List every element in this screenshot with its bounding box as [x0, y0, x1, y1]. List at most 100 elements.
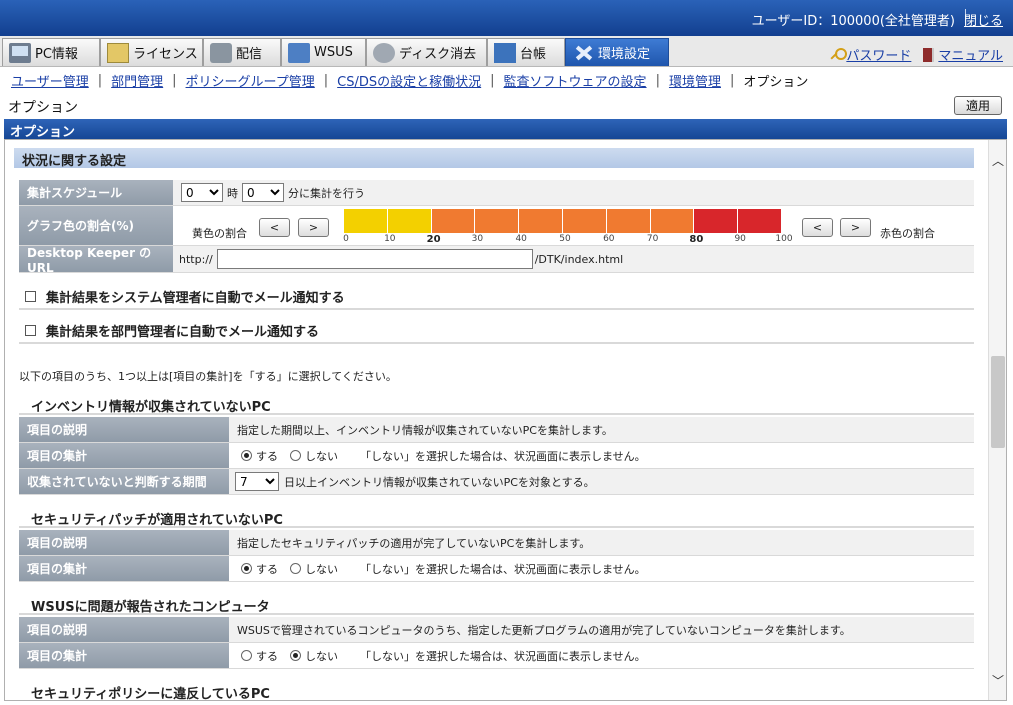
notify-department-admin-checkbox[interactable] [25, 324, 36, 336]
tab-wsus[interactable]: WSUS [281, 38, 366, 66]
top-header: ユーザーID：100000(全社管理者) 閉じる [0, 0, 1013, 36]
manual-link[interactable]: マニュアル [923, 45, 1003, 64]
ratio-tick: 50 [559, 234, 571, 244]
pc-icon [9, 42, 31, 63]
item-desc-value: 指定した期間以上、インベントリ情報が収集されていないPCを集計します。 [229, 417, 974, 442]
submenu-user-management[interactable]: ユーザー管理 [11, 71, 89, 90]
item-desc-row: 項目の説明 指定した期間以上、インベントリ情報が収集されていないPCを集計します… [19, 417, 974, 443]
ratio-tick: 100 [775, 234, 793, 244]
ratio-cell [431, 209, 476, 233]
wsus-icon [288, 42, 310, 63]
item-desc-value: 指定したセキュリティパッチの適用が完了していないPCを集計します。 [229, 530, 974, 555]
tab-label: 環境設定 [598, 47, 651, 62]
dtk-url-input[interactable] [216, 249, 533, 269]
count-hint: 「しない」を選択した場合は、状況画面に表示しません。 [360, 562, 646, 576]
status-settings-heading: 状況に関する設定 [14, 148, 974, 169]
item-count-label: 項目の集計 [19, 443, 229, 468]
submenu-policy-group[interactable]: ポリシーグループ管理 [186, 71, 315, 90]
graph-ratio-label: グラフ色の割合(%) [19, 206, 173, 245]
notify-system-admin[interactable]: 集計結果をシステム管理者に自動でメール通知する [19, 284, 974, 310]
count-hint: 「しない」を選択した場合は、状況画面に表示しません。 [360, 449, 646, 463]
item-heading: セキュリティパッチが適用されていないPC [19, 506, 974, 528]
manual-label: マニュアル [938, 49, 1003, 64]
ratio-cell [738, 209, 782, 233]
apply-button[interactable]: 適用 [954, 96, 1002, 115]
close-link[interactable]: 閉じる [964, 10, 1003, 29]
yellow-increase-button[interactable]: > [298, 218, 329, 237]
tab-pc-info[interactable]: PC情報 [2, 38, 100, 66]
count-yes-radio[interactable] [241, 650, 252, 661]
tab-label: PC情報 [35, 47, 78, 62]
tab-label: ディスク消去 [399, 47, 477, 62]
item-desc-value: WSUSで管理されているコンピュータのうち、指定した更新プログラムの適用が完了し… [229, 617, 974, 642]
count-no-label: しない [305, 449, 338, 463]
item-desc-label: 項目の説明 [19, 417, 229, 442]
notify-department-admin[interactable]: 集計結果を部門管理者に自動でメール通知する [19, 318, 974, 344]
password-label: パスワード [846, 49, 912, 64]
ratio-tick: 80 [689, 234, 704, 245]
ratio-tick: 60 [603, 234, 615, 244]
tab-environment-settings[interactable]: 環境設定 [565, 38, 669, 66]
count-no-radio[interactable] [290, 563, 301, 574]
item-count-row: 項目の集計 する しない 「しない」を選択した場合は、状況画面に表示しません。 [19, 643, 974, 669]
graph-ratio-row: グラフ色の割合(%) 黄色の割合 < > 0 10 20 30 40 50 60 70 80 90… [19, 206, 974, 246]
period-select[interactable]: 7 [235, 472, 279, 491]
submenu-department-management[interactable]: 部門管理 [111, 71, 163, 90]
period-value: 7 日以上インベントリ情報が収集されていないPCを対象とする。 [229, 469, 974, 494]
selection-note: 以下の項目のうち、1つ以上は[項目の集計]を「する」に選択してください。 [19, 370, 397, 383]
count-no-radio[interactable] [290, 650, 301, 661]
count-yes-radio[interactable] [241, 563, 252, 574]
count-yes-label: する [256, 562, 278, 576]
item-heading: セキュリティポリシーに違反しているPC [19, 680, 974, 700]
ratio-tick: 10 [384, 234, 396, 244]
red-decrease-button[interactable]: < [802, 218, 833, 237]
dtk-url-value: http:// /DTK/index.html [173, 246, 974, 272]
ratio-cell [562, 209, 607, 233]
url-prefix: http:// [179, 252, 213, 266]
count-no-label: しない [305, 562, 338, 576]
tab-label: 台帳 [520, 47, 547, 62]
ratio-tick: 30 [471, 234, 484, 244]
count-yes-radio[interactable] [241, 450, 252, 461]
item-count-row: 項目の集計 する しない 「しない」を選択した場合は、状況画面に表示しません。 [19, 443, 974, 469]
graph-ratio-value: 黄色の割合 < > 0 10 20 30 40 50 60 70 80 90 100 < > 赤色の… [173, 206, 974, 245]
panel-title: オプション [4, 119, 1007, 140]
scroll-down-icon[interactable]: ﹀ [992, 675, 1004, 687]
scroll-thumb[interactable] [991, 356, 1005, 448]
tab-label: 配信 [236, 47, 263, 62]
item-count-value: する しない 「しない」を選択した場合は、状況画面に表示しません。 [229, 643, 974, 668]
period-suffix: 日以上インベントリ情報が収集されていないPCを対象とする。 [284, 475, 595, 489]
tab-disk-erase[interactable]: ディスク消去 [366, 38, 487, 66]
minute-select[interactable]: 0 [242, 183, 284, 202]
ratio-tick: 0 [343, 234, 349, 244]
hour-unit: 時 [227, 186, 238, 200]
period-label: 収集されていないと判断する期間 [19, 469, 229, 494]
distribution-icon [210, 42, 232, 63]
tab-ledger[interactable]: 台帳 [487, 38, 565, 66]
submenu-audit-software[interactable]: 監査ソフトウェアの設定 [504, 71, 647, 90]
ratio-cell [694, 209, 739, 233]
ratio-cell [475, 209, 520, 233]
password-link[interactable]: パスワード [829, 45, 911, 64]
tab-distribution[interactable]: 配信 [203, 38, 281, 66]
tab-license[interactable]: ライセンス [100, 38, 203, 66]
count-no-radio[interactable] [290, 450, 301, 461]
manual-icon [923, 47, 935, 62]
red-increase-button[interactable]: > [840, 218, 871, 237]
item-desc-label: 項目の説明 [19, 617, 229, 642]
scroll-up-icon[interactable]: ︿ [992, 155, 1004, 167]
submenu-divider: | [172, 72, 177, 88]
submenu-csds-settings[interactable]: CS/DSの設定と稼働状況 [337, 71, 481, 90]
submenu-environment-management[interactable]: 環境管理 [669, 71, 721, 90]
notify-system-admin-checkbox[interactable] [25, 290, 36, 302]
submenu-options-current: オプション [743, 74, 809, 90]
item-heading: インベントリ情報が収集されていないPC [19, 393, 974, 415]
key-icon [829, 47, 848, 62]
ratio-cell [606, 209, 651, 233]
item-count-value: する しない 「しない」を選択した場合は、状況画面に表示しません。 [229, 443, 974, 468]
yellow-decrease-button[interactable]: < [259, 218, 290, 237]
hour-select[interactable]: 0 [181, 183, 223, 202]
top-links: パスワード マニュアル [829, 45, 1003, 64]
license-icon [107, 42, 129, 63]
vertical-scrollbar[interactable]: ︿ ﹀ [988, 140, 1006, 700]
